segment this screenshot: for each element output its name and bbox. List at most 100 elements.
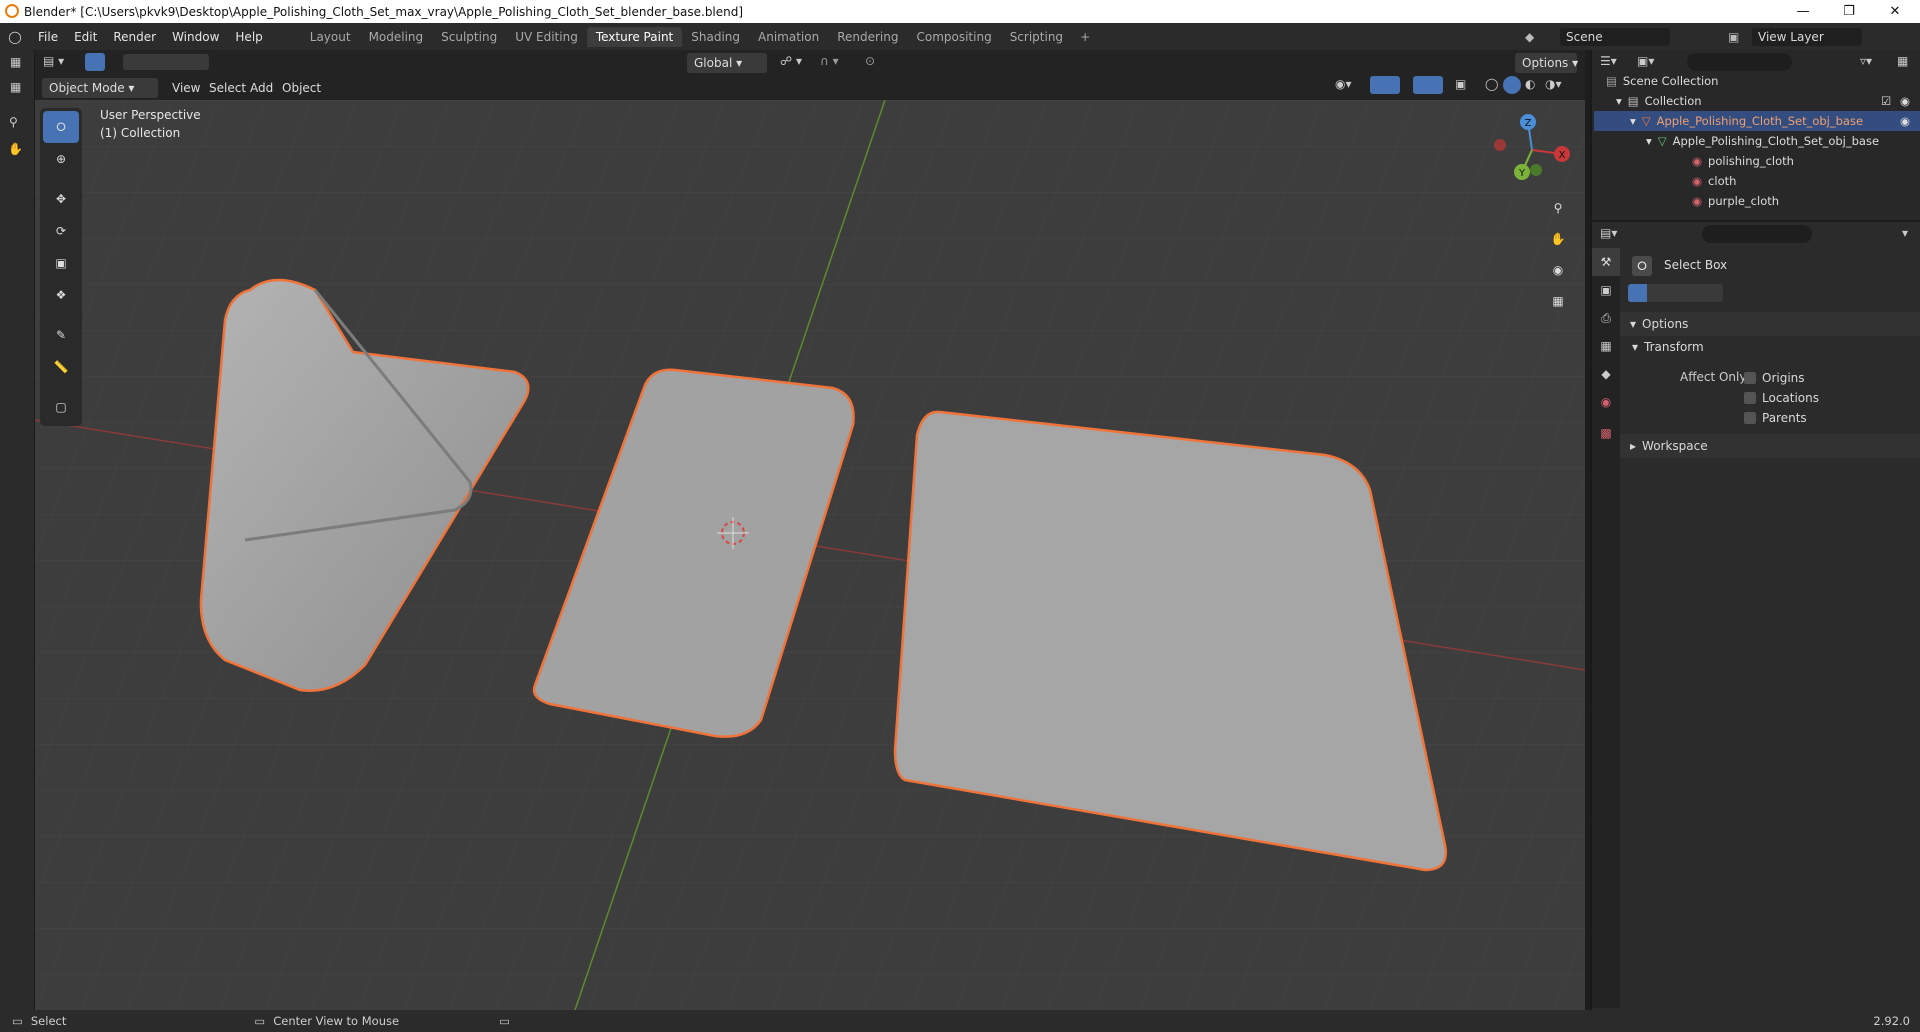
menu-object[interactable]: Object xyxy=(275,78,328,98)
3d-viewport[interactable]: User Perspective (1) Collection Z X Y ⚲ … xyxy=(35,100,1585,1010)
select-mode-buttons[interactable] xyxy=(123,54,209,70)
tab-animation[interactable]: Animation xyxy=(749,27,828,47)
view-layer-icon[interactable]: ▣ xyxy=(1728,30,1739,44)
add-workspace-icon[interactable]: + xyxy=(1072,30,1098,44)
transform-tool-icon[interactable]: ❖ xyxy=(43,279,79,311)
maximize-button[interactable]: ❐ xyxy=(1826,0,1872,23)
menu-render[interactable]: Render xyxy=(105,30,164,44)
mesh-data-row[interactable]: ▾ ▽ Apple_Polishing_Cloth_Set_obj_base xyxy=(1646,131,1879,151)
transform-subsection[interactable]: ▾ Transform xyxy=(1632,340,1704,354)
zoom-view-icon[interactable]: ⚲ xyxy=(1545,195,1571,221)
rotate-tool-icon[interactable]: ⟳ xyxy=(43,215,79,247)
collection-eye-icon[interactable]: ◉ xyxy=(1900,94,1910,108)
view-layer-tab-icon[interactable]: ▦ xyxy=(1592,332,1620,360)
annotate-tool-icon[interactable]: ✎ xyxy=(43,319,79,351)
menu-window[interactable]: Window xyxy=(164,30,227,44)
material-row[interactable]: ◉ purple_cloth xyxy=(1692,191,1779,211)
collection-row[interactable]: ▾ ▤ Collection ☑ ◉ xyxy=(1616,91,1916,111)
scale-tool-icon[interactable]: ▣ xyxy=(43,247,79,279)
checkbox[interactable] xyxy=(1744,412,1756,424)
filter-icon[interactable]: ▿▾ xyxy=(1860,54,1872,68)
material-shading-icon[interactable]: ◐ xyxy=(1525,77,1535,91)
output-tab-icon[interactable]: ⎙ xyxy=(1592,304,1620,332)
properties-search-input[interactable] xyxy=(1702,225,1812,243)
collection-checkbox[interactable]: ☑ xyxy=(1881,94,1891,108)
tab-uv-editing[interactable]: UV Editing xyxy=(506,27,587,47)
parents-checkbox[interactable]: Parents xyxy=(1744,411,1807,425)
camera-view-icon[interactable]: ◉ xyxy=(1545,257,1571,283)
tab-rendering[interactable]: Rendering xyxy=(828,27,907,47)
zoom-icon[interactable]: ⚲ xyxy=(9,115,18,129)
menu-file[interactable]: File xyxy=(30,30,66,44)
tab-modeling[interactable]: Modeling xyxy=(360,27,433,47)
snap-icon[interactable]: ∩ ▾ xyxy=(820,54,839,68)
close-button[interactable]: ✕ xyxy=(1872,0,1918,23)
expand-arrow-icon[interactable]: ▾ xyxy=(1646,134,1652,148)
tab-compositing[interactable]: Compositing xyxy=(907,27,1000,47)
material-row[interactable]: ◉ polishing_cloth xyxy=(1692,151,1794,171)
proportional-edit-icon[interactable]: ⊙ xyxy=(865,54,875,68)
properties-type-icon[interactable]: ▤▾ xyxy=(1600,226,1617,240)
select-tool-button[interactable] xyxy=(85,53,105,71)
world-tab-icon[interactable]: ◉ xyxy=(1592,388,1620,416)
expand-arrow-icon[interactable]: ▾ xyxy=(1616,94,1622,108)
origins-checkbox[interactable]: Origins xyxy=(1744,371,1805,385)
options-dropdown[interactable]: Options ▾ xyxy=(1515,53,1578,73)
editor-type-button[interactable]: ▤ ▾ xyxy=(43,54,64,68)
scene-name[interactable]: Scene xyxy=(1560,27,1670,46)
grid-icon[interactable]: ▦ xyxy=(10,80,21,94)
new-collection-icon[interactable]: ▦ xyxy=(1897,54,1908,68)
display-mode-icon[interactable]: ▣▾ xyxy=(1637,54,1654,68)
minimize-button[interactable]: — xyxy=(1780,0,1826,23)
move-tool-icon[interactable]: ✥ xyxy=(43,183,79,215)
editor-type-icon[interactable]: ▦ xyxy=(10,55,21,69)
options-section-header[interactable]: ▾ Options xyxy=(1620,312,1920,336)
perspective-toggle-icon[interactable]: ▦ xyxy=(1545,288,1571,314)
outliner-type-icon[interactable]: ☰▾ xyxy=(1600,54,1617,68)
menu-help[interactable]: Help xyxy=(227,30,270,44)
pivot-icon[interactable]: ☍ ▾ xyxy=(780,54,802,68)
rendered-shading-icon[interactable]: ◑▾ xyxy=(1545,77,1562,91)
select-box-tool-icon[interactable]: ⭘ xyxy=(43,111,79,143)
cursor-tool-icon[interactable]: ⊕ xyxy=(43,143,79,175)
overlay-toggle-icon[interactable] xyxy=(1413,76,1443,94)
tab-sculpting[interactable]: Sculpting xyxy=(432,27,506,47)
render-tab-icon[interactable]: ▣ xyxy=(1592,276,1620,304)
expand-arrow-icon[interactable]: ▾ xyxy=(1630,114,1636,128)
object-row[interactable]: ▾ ▽ Apple_Polishing_Cloth_Set_obj_base ◉ xyxy=(1594,111,1920,131)
tool-tab-icon[interactable]: ⚒ xyxy=(1592,248,1620,276)
workspace-section-header[interactable]: ▸ Workspace xyxy=(1620,434,1920,458)
visibility-icon[interactable]: ◉▾ xyxy=(1335,77,1352,91)
tab-texture-paint[interactable]: Texture Paint xyxy=(586,26,683,47)
texture-tab-icon[interactable]: ▩ xyxy=(1592,416,1620,450)
scene-tab-icon[interactable]: ◆ xyxy=(1592,360,1620,388)
gizmo-toggle-icon[interactable] xyxy=(1370,76,1400,94)
orientation-dropdown[interactable]: Global ▾ xyxy=(687,53,767,73)
xray-icon[interactable]: ▣ xyxy=(1455,77,1466,91)
measure-tool-icon[interactable]: 📏 xyxy=(43,351,79,383)
material-row[interactable]: ◉ cloth xyxy=(1692,171,1736,191)
collapse-icon[interactable]: ▾ xyxy=(1902,226,1908,240)
tab-layout[interactable]: Layout xyxy=(301,27,360,47)
navigation-gizmo[interactable]: Z X Y xyxy=(1492,110,1572,190)
viewport-canvas[interactable] xyxy=(35,100,1585,1010)
scene-selector-icon[interactable]: ◆ xyxy=(1525,30,1534,44)
view-layer-name[interactable]: View Layer xyxy=(1752,27,1862,46)
object-mode-dropdown[interactable]: Object Mode ▾ xyxy=(42,78,158,98)
solid-shading-icon[interactable] xyxy=(1503,76,1521,94)
tab-shading[interactable]: Shading xyxy=(682,27,749,47)
scene-collection-row[interactable]: ▤ Scene Collection xyxy=(1606,71,1718,91)
tab-scripting[interactable]: Scripting xyxy=(1001,27,1072,47)
add-cube-tool-icon[interactable]: ▢ xyxy=(43,391,79,423)
outliner-search-input[interactable] xyxy=(1687,53,1792,71)
wireframe-shading-icon[interactable]: ◯ xyxy=(1485,77,1498,91)
blender-menu-icon[interactable]: ◯ xyxy=(0,30,30,44)
pan-hand-icon[interactable]: ✋ xyxy=(8,142,23,156)
object-eye-icon[interactable]: ◉ xyxy=(1900,114,1910,128)
menu-edit[interactable]: Edit xyxy=(66,30,105,44)
pan-view-icon[interactable]: ✋ xyxy=(1545,226,1571,252)
selection-mode-buttons[interactable] xyxy=(1628,284,1723,302)
locations-checkbox[interactable]: Locations xyxy=(1744,391,1819,405)
checkbox[interactable] xyxy=(1744,372,1756,384)
checkbox[interactable] xyxy=(1744,392,1756,404)
